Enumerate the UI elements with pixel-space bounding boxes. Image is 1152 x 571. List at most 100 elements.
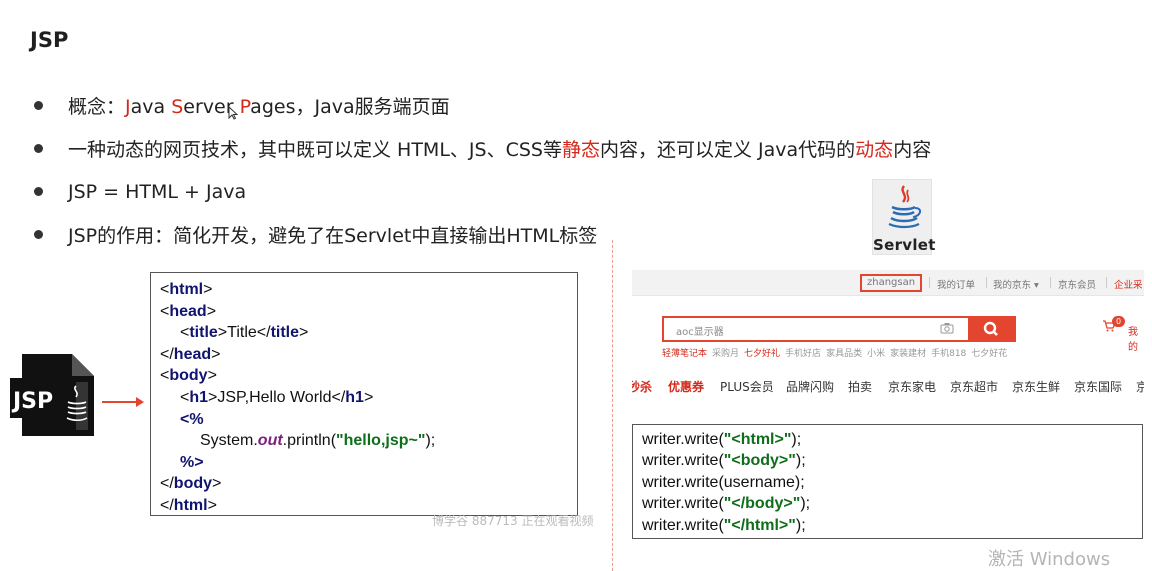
jd-nav-item[interactable]: 秒杀	[632, 378, 652, 395]
windows-activation-watermark: 激活 Windows	[988, 549, 1111, 570]
code-token: h1	[189, 388, 209, 406]
code-line: <head>	[160, 301, 577, 323]
jd-nav-item[interactable]: 品牌闪购	[786, 378, 834, 395]
jd-hot-word[interactable]: 家具品类	[826, 349, 862, 359]
highlight-text: 动态	[855, 139, 894, 161]
code-token: <	[160, 281, 170, 298]
jd-hot-word[interactable]: 轻薄笔记本	[662, 349, 707, 359]
highlight-text: 静态	[561, 139, 600, 161]
bullet-text-part: JSP的作用：简化开发，避免了在Servlet中直接输出HTML标签	[68, 225, 598, 247]
bullet-item: 一种动态的网页技术，其中既可以定义 HTML、JS、CSS等静态内容，还可以定义…	[34, 127, 1034, 170]
bullet-dot-icon	[34, 101, 43, 110]
code-token: </	[160, 496, 174, 514]
code-token: System.	[200, 432, 258, 450]
code-token: "<body>"	[723, 452, 796, 470]
code-line: writer.write("</html>");	[642, 515, 1142, 536]
jd-hot-word[interactable]: 手机818	[931, 349, 966, 359]
jd-nav-item[interactable]: 京东国际	[1074, 378, 1122, 395]
code-line: <h1>JSP,Hello World</h1>	[160, 387, 577, 409]
bullet-text: 概念：Java Server Pages，Java服务端页面	[68, 92, 450, 119]
code-token: >	[363, 388, 374, 406]
code-token: %>	[180, 453, 204, 471]
code-token: >	[206, 302, 217, 320]
bullet-item: 概念：Java Server Pages，Java服务端页面	[34, 84, 1034, 127]
jd-search-box[interactable]: aoc显示器	[662, 316, 1016, 342]
highlight-text: S	[171, 96, 184, 118]
jd-nav-item[interactable]: 京东生鲜	[1012, 378, 1060, 395]
jd-link-enterprise[interactable]: 企业采	[1114, 277, 1143, 291]
jd-hot-word[interactable]: 家装建材	[890, 349, 926, 359]
jd-nav-item[interactable]: 优惠券	[668, 378, 704, 395]
code-line: <html>	[160, 279, 577, 301]
code-token: title	[189, 324, 218, 342]
code-line: <title>Title</title>	[160, 322, 577, 344]
code-line: writer.write("</body>");	[642, 493, 1142, 514]
jd-hot-word[interactable]: 七夕好礼	[744, 349, 780, 359]
section-divider	[612, 240, 613, 571]
code-token: head	[173, 345, 212, 363]
jd-link-member[interactable]: 京东会员	[1058, 277, 1096, 291]
servlet-logo: Servlet	[872, 179, 935, 255]
code-token: .println(	[282, 432, 337, 450]
code-line: %>	[160, 452, 577, 474]
code-token: <%	[180, 410, 204, 428]
bullet-text-part: 内容	[893, 139, 932, 161]
code-line: <body>	[160, 365, 577, 387]
jd-page-screenshot: zhangsan 我的订单 我的京东 ▾ 京东会员 企业采 aoc显示器 轻薄笔…	[632, 270, 1144, 420]
code-token: h1	[345, 388, 364, 406]
bullet-dot-icon	[34, 230, 43, 239]
jd-search-placeholder: aoc显示器	[676, 327, 724, 338]
code-token: "</body>"	[723, 495, 801, 513]
jd-nav-item[interactable]: 京东超市	[950, 378, 998, 395]
servlet-code-block: writer.write("<html>"); writer.write("<bo…	[632, 424, 1143, 539]
jsp-file-icon: JSP	[10, 354, 94, 436]
code-line: </head>	[160, 344, 577, 366]
jd-username[interactable]: zhangsan	[860, 274, 923, 292]
code-token: "<html>"	[723, 431, 792, 448]
video-watermark: 博学谷 887713 正在观看视频	[432, 514, 594, 528]
code-token: );	[791, 431, 802, 448]
code-token: >	[207, 496, 217, 514]
code-token: </	[160, 345, 174, 363]
code-token: body	[173, 475, 213, 493]
mouse-cursor-icon	[228, 106, 238, 120]
jd-nav-item[interactable]: 京东家电	[888, 378, 936, 395]
code-token: <	[180, 388, 190, 406]
code-token: );	[795, 516, 806, 534]
jd-hot-word[interactable]: 手机好店	[785, 349, 821, 359]
code-token: >	[207, 367, 217, 385]
jd-hot-word[interactable]: 采购月	[712, 349, 739, 359]
jd-hot-word[interactable]: 小米	[867, 349, 885, 359]
jd-link-orders[interactable]: 我的订单	[937, 277, 975, 291]
bullet-text-part: ages，Java服务端页面	[250, 96, 450, 118]
code-token: >	[212, 475, 222, 493]
code-token: writer.write(	[642, 516, 724, 534]
bullet-dot-icon	[34, 187, 43, 196]
jd-search-button[interactable]	[968, 318, 1014, 340]
cart-label[interactable]: 我的	[1128, 323, 1144, 353]
code-token: writer.write(	[642, 431, 724, 448]
jd-nav-item[interactable]: PLUS会员	[720, 378, 774, 395]
code-line: </body>	[160, 473, 577, 495]
slide-title: JSP	[30, 28, 69, 52]
cart-count-badge: 0	[1112, 316, 1125, 327]
code-line: writer.write("<body>");	[642, 450, 1142, 471]
bullet-dot-icon	[34, 144, 43, 153]
jd-nav-item[interactable]: 拍卖	[848, 378, 872, 395]
code-token: </	[160, 475, 174, 493]
code-token: out	[257, 432, 283, 450]
bullet-text-part: 内容，还可以定义 Java代码的	[599, 139, 856, 161]
jd-nav-item[interactable]: 京	[1136, 378, 1144, 395]
code-token: >Title</	[217, 324, 271, 342]
camera-icon[interactable]	[940, 322, 954, 334]
jd-link-my-jd[interactable]: 我的京东 ▾	[993, 277, 1039, 291]
bullet-text-part: 概念：	[68, 96, 126, 118]
code-line: System.out.println("hello,jsp~");	[160, 430, 577, 452]
code-token: <	[160, 302, 170, 320]
jd-hot-words: 轻薄笔记本 采购月 七夕好礼 手机好店 家具品类 小米 家装建材 手机818 七夕好花	[662, 346, 1012, 359]
code-token: head	[169, 302, 207, 320]
bullet-text: JSP的作用：简化开发，避免了在Servlet中直接输出HTML标签	[68, 221, 597, 248]
bullet-text: 一种动态的网页技术，其中既可以定义 HTML、JS、CSS等静态内容，还可以定义…	[68, 135, 931, 162]
jd-hot-word[interactable]: 七夕好花	[971, 349, 1007, 359]
jd-top-bar: zhangsan 我的订单 我的京东 ▾ 京东会员 企业采	[632, 270, 1144, 296]
